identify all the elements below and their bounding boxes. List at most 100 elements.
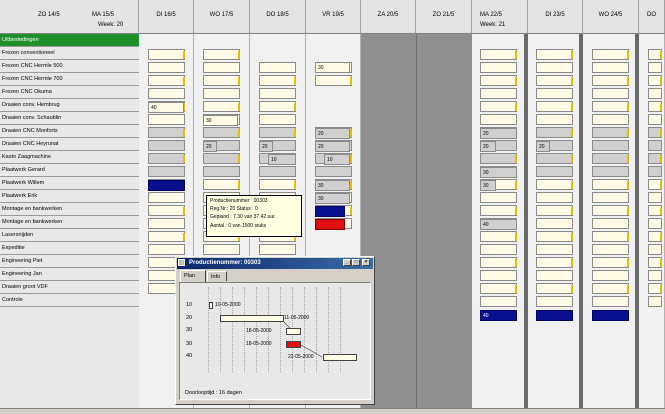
planning-cell[interactable] — [536, 218, 573, 229]
resource-row[interactable]: Montage en bankwerken — [0, 203, 139, 216]
planning-cell[interactable]: 20 — [536, 141, 550, 152]
resource-row[interactable]: Kasto Zaagmachine — [0, 151, 139, 164]
planning-cell[interactable] — [592, 101, 629, 112]
planning-cell[interactable] — [536, 179, 573, 190]
planning-cell[interactable] — [592, 231, 629, 242]
planning-cell[interactable] — [648, 192, 662, 203]
resource-row[interactable]: Draaien CNC Heyrunat — [0, 138, 139, 151]
planning-cell[interactable] — [259, 166, 296, 177]
planning-cell[interactable]: 20 — [259, 141, 273, 152]
planning-cell[interactable]: 30 — [480, 180, 496, 191]
resource-row[interactable]: Lasersnijden — [0, 229, 139, 242]
planning-cell[interactable] — [480, 205, 517, 216]
planning-cell[interactable] — [148, 127, 185, 138]
planning-cell[interactable] — [203, 88, 240, 99]
planning-cell[interactable] — [536, 127, 573, 138]
planning-cell[interactable]: 20 — [480, 128, 517, 139]
planning-cell[interactable] — [148, 114, 185, 125]
planning-cell[interactable] — [648, 114, 662, 125]
planning-cell[interactable] — [536, 49, 573, 60]
planning-cell[interactable] — [648, 205, 662, 216]
resource-row[interactable]: Engineering Piet — [0, 255, 139, 268]
planning-cell[interactable] — [592, 192, 629, 203]
resource-row[interactable]: Draaien conv. Schaublin — [0, 112, 139, 125]
planning-cell[interactable] — [480, 257, 517, 268]
header-day[interactable]: MA 22/5 Week: 21 — [472, 0, 528, 34]
window-icon[interactable] — [178, 259, 185, 266]
planning-cell[interactable]: 10 — [324, 154, 350, 165]
planning-cell[interactable] — [648, 88, 662, 99]
planning-cell[interactable] — [203, 62, 240, 73]
planning-cell[interactable] — [480, 49, 517, 60]
planning-cell[interactable] — [592, 62, 629, 73]
planning-cell[interactable] — [480, 231, 517, 242]
planning-cell[interactable] — [648, 244, 662, 255]
resource-row[interactable]: Frezen CNC Okuma — [0, 86, 139, 99]
planning-cell[interactable]: 10 — [268, 154, 296, 165]
planning-cell[interactable] — [480, 62, 517, 73]
planning-cell[interactable] — [592, 75, 629, 86]
planning-cell[interactable] — [315, 166, 352, 177]
late-block[interactable] — [315, 219, 345, 230]
planning-cell[interactable] — [203, 166, 240, 177]
planning-cell[interactable] — [480, 192, 517, 203]
planning-cell[interactable]: 30 — [315, 193, 350, 204]
resource-row[interactable]: Uitbestedingen — [0, 34, 139, 47]
planning-cell[interactable] — [203, 244, 240, 255]
resource-row[interactable]: Expeditie — [0, 242, 139, 255]
maximize-button[interactable]: □ — [352, 259, 360, 266]
planning-cell[interactable] — [315, 75, 352, 86]
planning-cell[interactable] — [648, 231, 662, 242]
planning-cell[interactable]: 30 — [480, 167, 517, 178]
header-day[interactable]: DI 16/5 — [139, 0, 194, 34]
planning-cell[interactable] — [536, 296, 573, 307]
planning-cell[interactable]: 30 — [315, 62, 350, 73]
planning-cell[interactable] — [148, 88, 185, 99]
planning-cell[interactable] — [203, 101, 240, 112]
planning-cell[interactable]: 20 — [315, 141, 350, 152]
planning-cell[interactable] — [536, 166, 573, 177]
planning-cell[interactable] — [648, 270, 662, 281]
planning-cell[interactable] — [592, 114, 629, 125]
planned-block[interactable] — [592, 310, 629, 321]
planning-cell[interactable] — [536, 114, 573, 125]
header-day[interactable]: VR 19/5 — [306, 0, 361, 34]
planned-block[interactable] — [315, 206, 345, 217]
planning-cell[interactable] — [648, 296, 662, 307]
header-day[interactable]: ZA 20/5 — [361, 0, 416, 34]
planning-cell[interactable] — [203, 153, 240, 164]
planning-cell[interactable] — [536, 205, 573, 216]
planning-cell[interactable] — [536, 153, 573, 164]
planning-cell[interactable]: 40 — [480, 310, 517, 321]
planning-cell[interactable] — [592, 205, 629, 216]
planning-cell[interactable] — [148, 192, 185, 203]
planning-cell[interactable] — [259, 75, 296, 86]
planning-cell[interactable] — [592, 179, 629, 190]
planning-cell[interactable] — [592, 218, 629, 229]
minimize-button[interactable]: _ — [343, 259, 351, 266]
planning-cell[interactable] — [536, 192, 573, 203]
planning-cell[interactable] — [480, 296, 517, 307]
horizontal-scrollbar[interactable] — [0, 408, 665, 414]
planning-cell[interactable] — [148, 231, 185, 242]
header-day[interactable]: DO 18/5 — [250, 0, 306, 34]
planned-block[interactable] — [536, 310, 573, 321]
planning-cell[interactable] — [148, 75, 185, 86]
planning-cell[interactable] — [536, 231, 573, 242]
planning-cell[interactable] — [259, 88, 296, 99]
header-day[interactable]: DO — [639, 0, 665, 34]
resource-row[interactable]: Frezen CNC Hermle 500 — [0, 60, 139, 73]
planning-cell[interactable] — [203, 75, 240, 86]
planning-cell[interactable] — [648, 101, 662, 112]
planning-cell[interactable]: 30 — [203, 115, 238, 126]
planning-cell[interactable] — [203, 179, 240, 190]
planning-cell[interactable]: 20 — [203, 141, 217, 152]
planning-cell[interactable] — [648, 62, 662, 73]
planning-cell[interactable] — [480, 101, 517, 112]
planning-cell[interactable] — [536, 244, 573, 255]
planning-cell[interactable]: 40 — [148, 102, 184, 113]
planning-cell[interactable] — [203, 127, 240, 138]
tab-plan[interactable]: Plan — [180, 270, 206, 282]
planning-cell[interactable] — [480, 153, 517, 164]
resource-row[interactable]: Plaatwerk Erik — [0, 190, 139, 203]
